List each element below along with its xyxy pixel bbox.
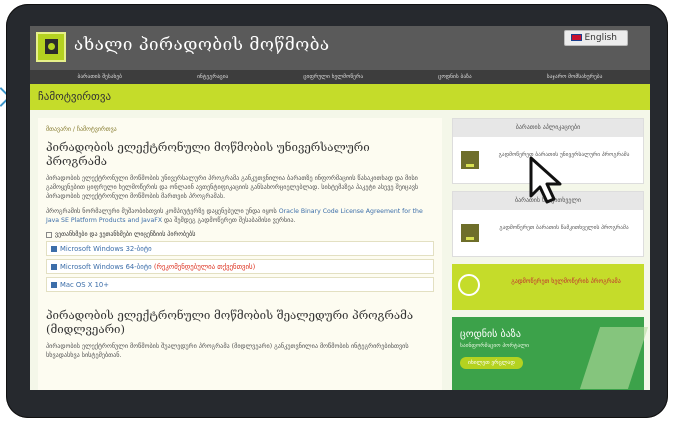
signature-download[interactable]: გადმოწერეთ ხელმოწერის პროგრამა — [452, 264, 644, 310]
nav-item-signature[interactable]: ციფრული ხელმოწერა — [303, 74, 363, 80]
screen: ახალი პირადობის მოწმობა English ბარათის … — [30, 26, 650, 390]
card-apps-title: ბარათის აპლიკაციები — [453, 119, 643, 137]
license-checkbox[interactable] — [46, 231, 52, 238]
download-icon — [461, 151, 479, 169]
kb-title: ცოდნის ბაზა — [460, 329, 521, 340]
download-icon — [51, 264, 57, 270]
breadcrumb-home[interactable]: მთავარი — [46, 126, 71, 133]
nav-item-knowledge[interactable]: ცოდნის ბაზა — [438, 74, 472, 80]
section-band: ჩამოტვირთვა — [30, 84, 650, 110]
download-icon — [51, 246, 57, 252]
requirements-text: პროგრამის ნორმალური მუშაობისთვის კომპიუტ… — [46, 207, 434, 225]
breadcrumb: მთავარი / ჩამოტვირთვა — [46, 126, 117, 133]
req-text-end: და შემდეგ გადმოწერეთ შესაბამისი ვერსია. — [162, 217, 296, 224]
download-win32-label: Microsoft Windows 32-ბიტი — [60, 245, 152, 253]
intro-text: პირადობის ელექტრონული მოწმობის უნივერსალ… — [46, 175, 419, 200]
req-text-start: პროგრამის ნორმალური მუშაობისთვის კომპიუტ… — [46, 208, 279, 215]
card-reader-text: გადმოწერეთ ბარათის წამკითხველის პროგრამა — [499, 225, 629, 231]
nav-item-integration[interactable]: ინტეგრაცია — [197, 74, 228, 80]
breadcrumb-current: ჩამოტვირთვა — [76, 126, 117, 133]
signature-download-text: გადმოწერეთ ხელმოწერის პროგრამა — [511, 278, 621, 285]
download-icon — [51, 282, 57, 288]
site-header: ახალი პირადობის მოწმობა English — [30, 26, 650, 70]
logo-icon[interactable] — [36, 32, 66, 62]
main-content: მთავარი / ჩამოტვირთვა პირადობის ელექტრონ… — [38, 118, 442, 390]
recommended-note: (რეკომენდებულია თქვენთვის) — [153, 263, 256, 271]
page: ახალი პირადობის მოწმობა English ბარათის … — [0, 0, 674, 422]
middleware-title: პირადობის ელექტრონული მოწმობის შეალედური… — [46, 308, 414, 336]
kb-subtitle: საინფორმაციო პორტალი — [460, 343, 529, 349]
download-win64[interactable]: Microsoft Windows 64-ბიტი (რეკომენდებული… — [46, 259, 434, 274]
knowledge-base-banner[interactable]: ცოდნის ბაზა საინფორმაციო პორტალი იხილეთ … — [452, 317, 649, 390]
page-title: პირადობის ელექტრონული მოწმობის უნივერსალ… — [46, 140, 370, 168]
card-reader-icon — [461, 224, 479, 242]
download-mac-label: Mac OS X 10+ — [60, 281, 109, 289]
language-switch[interactable]: English — [563, 30, 628, 46]
nav-item-card[interactable]: ბარათის შესახებ — [78, 74, 123, 80]
language-label: English — [584, 33, 618, 43]
download-win32[interactable]: Microsoft Windows 32-ბიტი — [46, 241, 434, 256]
tablet-frame: ახალი პირადობის მოწმობა English ბარათის … — [6, 4, 668, 418]
leaf-decoration — [579, 327, 649, 389]
uk-flag-icon — [570, 34, 582, 41]
site-title[interactable]: ახალი პირადობის მოწმობა — [74, 35, 330, 55]
download-win64-label: Microsoft Windows 64-ბიტი — [60, 263, 152, 271]
download-mac[interactable]: Mac OS X 10+ — [46, 277, 434, 292]
card-reader-body[interactable]: გადმოწერეთ ბარათის წამკითხველის პროგრამა — [453, 210, 643, 256]
license-checkbox-row[interactable]: ვეთანხმები და ვეთანხმები ლიცენზიის პირობ… — [46, 231, 434, 238]
section-title: ჩამოტვირთვა — [38, 90, 112, 103]
main-nav: ბარათის შესახებ ინტეგრაცია ციფრული ხელმო… — [30, 70, 650, 84]
download-circle-icon — [458, 274, 480, 296]
nav-item-services[interactable]: საჯარო მომსახურება — [547, 74, 603, 80]
middleware-text: პირადობის ელექტრონული მოწმობის შუალედური… — [46, 343, 409, 359]
mouse-cursor-icon — [529, 156, 562, 204]
kb-button[interactable]: იხილეთ ვრცლად — [460, 357, 523, 369]
license-checkbox-label: ვეთანხმები და ვეთანხმები ლიცენზიის პირობ… — [55, 231, 196, 238]
